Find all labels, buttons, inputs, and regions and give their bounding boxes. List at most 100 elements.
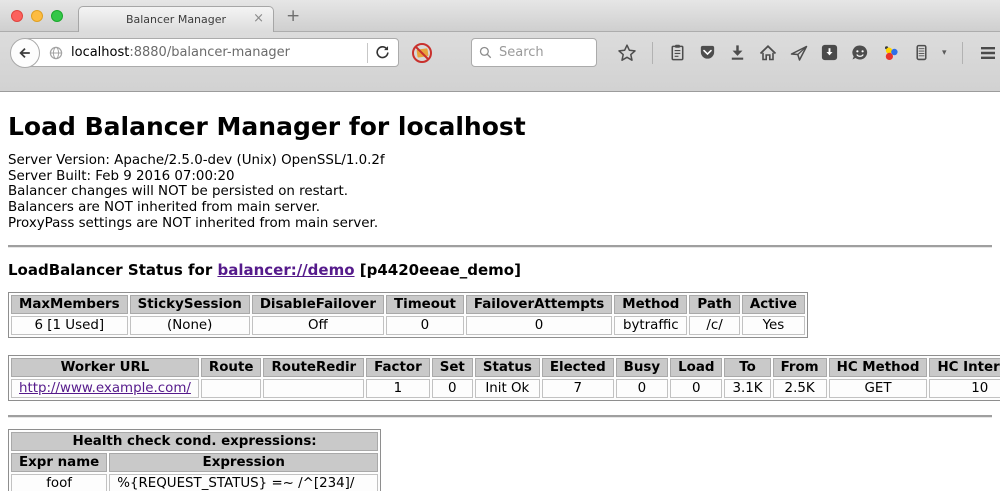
page-title: Load Balancer Manager for localhost — [8, 112, 992, 141]
search-input[interactable]: Search — [471, 38, 597, 67]
column-header: Factor — [366, 358, 430, 377]
server-built-line: Server Built: Feb 9 2016 07:00:20 — [8, 169, 992, 185]
column-header: Worker URL — [11, 358, 199, 377]
cell: 3.1K — [724, 379, 770, 398]
tab-close-icon[interactable]: × — [253, 11, 264, 26]
inherit-notice-line: Balancers are NOT inherited from main se… — [8, 200, 992, 216]
cell: foof — [11, 474, 107, 491]
cell: GET — [829, 379, 928, 398]
back-icon — [17, 45, 33, 61]
horizontal-rule — [8, 415, 992, 417]
horizontal-rule — [8, 245, 992, 247]
url-path: :8880/balancer-manager — [129, 45, 290, 60]
column-header: Active — [742, 295, 805, 314]
column-header: Status — [475, 358, 540, 377]
cell: Yes — [742, 316, 805, 335]
tab-title: Balancer Manager — [126, 13, 226, 26]
cell: Off — [252, 316, 384, 335]
overflow-caret-icon[interactable]: ▾ — [942, 48, 947, 58]
column-header: DisableFailover — [252, 295, 384, 314]
battery-icon[interactable] — [912, 43, 931, 62]
column-header: RouteRedir — [263, 358, 364, 377]
worker-status-table: Worker URLRouteRouteRedirFactorSetStatus… — [8, 355, 1000, 401]
loadbalancer-status-heading: LoadBalancer Status for balancer://demo … — [8, 261, 992, 279]
pocket-icon[interactable] — [698, 43, 717, 62]
clipboard-icon[interactable] — [668, 43, 687, 62]
browser-titlebar: Balancer Manager × + — [0, 0, 1000, 32]
cell: Init Ok — [475, 379, 540, 398]
balancer-settings-table: MaxMembersStickySessionDisableFailoverTi… — [8, 292, 808, 338]
url-bar[interactable]: localhost:8880/balancer-manager — [25, 38, 399, 67]
downloads-square-icon[interactable] — [820, 43, 839, 62]
window-controls — [11, 10, 63, 22]
persist-notice-line: Balancer changes will NOT be persisted o… — [8, 184, 992, 200]
heading-prefix: LoadBalancer Status for — [8, 261, 217, 279]
url-domain: localhost — [71, 45, 129, 60]
table-header-row: Expr nameExpression — [11, 453, 378, 472]
column-header: Elected — [542, 358, 614, 377]
column-header: Expr name — [11, 453, 107, 472]
toolbar-buttons: ▾ — [617, 42, 1000, 64]
column-header: Timeout — [386, 295, 464, 314]
cell: 0 — [466, 316, 612, 335]
column-header: To — [724, 358, 770, 377]
worker-url-link[interactable]: http://www.example.com/ — [19, 381, 191, 396]
column-header: Busy — [616, 358, 668, 377]
column-header: Load — [670, 358, 722, 377]
zoom-window-button[interactable] — [51, 10, 63, 22]
close-window-button[interactable] — [11, 10, 23, 22]
page-content: Load Balancer Manager for localhost Serv… — [0, 92, 1000, 491]
cell: (None) — [130, 316, 250, 335]
heading-suffix: [p4420eeae_demo] — [355, 261, 521, 279]
table-row: foof%{REQUEST_STATUS} =~ /^[234]/ — [11, 474, 378, 491]
minimize-window-button[interactable] — [31, 10, 43, 22]
feedback-smiley-icon[interactable] — [850, 43, 870, 63]
bookmark-star-icon[interactable] — [617, 43, 637, 63]
cell: 0 — [432, 379, 473, 398]
search-icon — [478, 45, 493, 60]
reload-icon[interactable] — [374, 44, 391, 61]
server-version-line: Server Version: Apache/2.5.0-dev (Unix) … — [8, 153, 992, 169]
menu-icon[interactable] — [978, 43, 998, 63]
cell: 7 — [542, 379, 614, 398]
browser-tab[interactable]: Balancer Manager × — [78, 6, 274, 32]
search-placeholder: Search — [499, 45, 544, 60]
new-tab-button[interactable]: + — [286, 6, 300, 26]
table-header-row: MaxMembersStickySessionDisableFailoverTi… — [11, 295, 805, 314]
cell: 1 — [366, 379, 430, 398]
toolbar-divider — [962, 42, 963, 64]
column-header: MaxMembers — [11, 295, 128, 314]
cell — [201, 379, 262, 398]
column-header: Set — [432, 358, 473, 377]
column-header: From — [773, 358, 827, 377]
column-header: Expression — [109, 453, 378, 472]
cell: bytraffic — [614, 316, 687, 335]
cell: 6 [1 Used] — [11, 316, 128, 335]
column-header: Route — [201, 358, 262, 377]
cell: 0 — [386, 316, 464, 335]
send-icon[interactable] — [789, 43, 809, 63]
back-button[interactable] — [10, 38, 40, 68]
column-header: HC Interval — [929, 358, 1000, 377]
globe-icon — [48, 45, 64, 61]
toolbar-divider — [652, 42, 653, 64]
cell — [263, 379, 364, 398]
health-check-table: Health check cond. expressions: Expr name… — [8, 429, 381, 491]
download-arrow-icon[interactable] — [728, 43, 747, 62]
navigation-toolbar: localhost:8880/balancer-manager Search — [0, 32, 1000, 92]
column-header: StickySession — [130, 295, 250, 314]
proxypass-notice-line: ProxyPass settings are NOT inherited fro… — [8, 216, 992, 232]
cell: http://www.example.com/ — [11, 379, 199, 398]
cell: 2.5K — [773, 379, 827, 398]
cell: 0 — [616, 379, 668, 398]
table-header-row: Worker URLRouteRouteRedirFactorSetStatus… — [11, 358, 1000, 377]
extension-dots-icon[interactable] — [881, 43, 901, 63]
home-icon[interactable] — [758, 43, 778, 63]
column-header: Method — [614, 295, 687, 314]
balancer-demo-link[interactable]: balancer://demo — [217, 261, 354, 279]
url-text[interactable]: localhost:8880/balancer-manager — [71, 45, 361, 60]
cell: /c/ — [689, 316, 739, 335]
table-title: Health check cond. expressions: — [11, 432, 378, 451]
plugin-blocked-icon[interactable] — [410, 41, 434, 65]
cell: 0 — [670, 379, 722, 398]
